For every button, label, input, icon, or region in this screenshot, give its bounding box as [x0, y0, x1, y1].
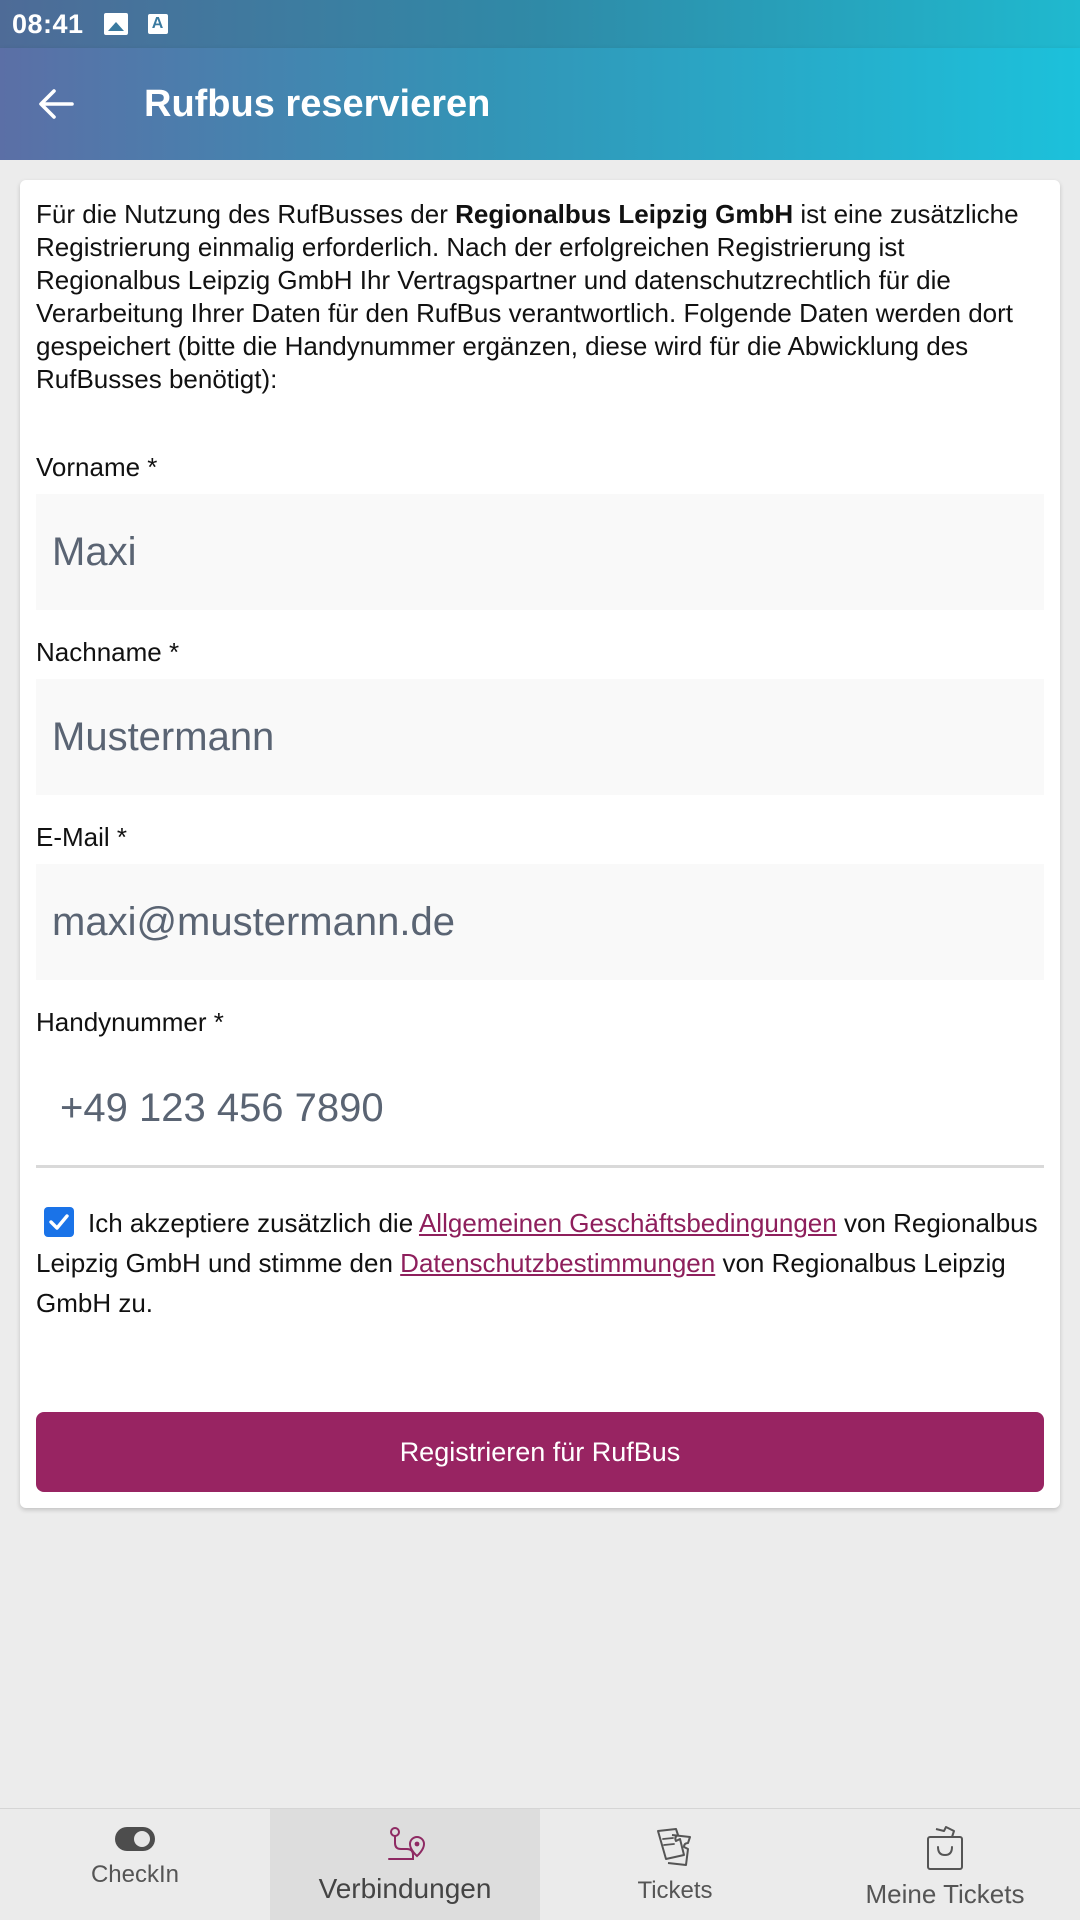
nav-item-checkin[interactable]: CheckIn	[0, 1809, 270, 1920]
nav-label-verbindungen: Verbindungen	[318, 1873, 492, 1904]
consent-text-part: Ich akzeptiere zusätzlich die	[88, 1208, 419, 1238]
first-name-label: Vorname *	[36, 452, 158, 482]
back-button[interactable]	[0, 48, 112, 160]
route-pin-icon	[388, 1827, 426, 1860]
toggle-icon	[115, 1827, 155, 1851]
checkmark-icon	[49, 1214, 69, 1230]
consent-text: Ich akzeptiere zusätzlich die Allgemeine…	[36, 1203, 1046, 1323]
email-value: maxi@mustermann.de	[52, 899, 455, 944]
shopping-bag-icon	[927, 1826, 963, 1870]
last-name-value: Mustermann	[52, 714, 275, 759]
company-name: Regionalbus Leipzig GmbH	[455, 199, 794, 229]
nav-label-tickets: Tickets	[637, 1877, 713, 1904]
phone-value: +49 123 456 7890	[60, 1086, 384, 1130]
nav-label-checkin: CheckIn	[90, 1861, 180, 1888]
arrow-left-icon	[39, 89, 74, 119]
nav-item-meine-tickets[interactable]: Meine Tickets	[810, 1809, 1080, 1920]
nav-item-verbindungen[interactable]: Verbindungen	[270, 1809, 540, 1920]
first-name-field[interactable]: Maxi	[36, 494, 1044, 610]
tickets-icon	[657, 1828, 691, 1866]
phone-label: Handynummer *	[36, 1007, 224, 1037]
phone-field[interactable]: +49 123 456 7890	[36, 1052, 1044, 1168]
image-icon	[103, 13, 128, 35]
privacy-link[interactable]: Datenschutzbestimmungen	[400, 1248, 715, 1278]
screen: 08:41 Rufbus reservieren Für die Nutzung…	[0, 0, 1080, 1920]
status-bar: 08:41	[0, 0, 1080, 48]
consent-checkbox[interactable]	[44, 1207, 74, 1237]
email-field[interactable]: maxi@mustermann.de	[36, 864, 1044, 980]
page-title: Rufbus reservieren	[144, 82, 491, 125]
register-button[interactable]: Registrieren für RufBus	[36, 1412, 1044, 1492]
intro-text: Für die Nutzung des RufBusses der Region…	[36, 198, 1046, 396]
email-label: E-Mail *	[36, 822, 128, 852]
nav-label-meine-tickets: Meine Tickets	[865, 1879, 1025, 1909]
last-name-label: Nachname *	[36, 637, 180, 667]
nav-item-tickets[interactable]: Tickets	[540, 1809, 810, 1920]
status-time: 08:41	[12, 8, 84, 39]
app-bar: Rufbus reservieren	[0, 48, 1080, 160]
bottom-navigation: CheckIn Verbindungen Tickets Meine Ticke…	[0, 1808, 1080, 1920]
first-name-value: Maxi	[52, 529, 137, 574]
font-icon	[147, 14, 168, 34]
intro-text-part: Für die Nutzung des RufBusses der	[36, 199, 456, 229]
last-name-field[interactable]: Mustermann	[36, 679, 1044, 795]
terms-link[interactable]: Allgemeinen Geschäftsbedingungen	[419, 1208, 837, 1238]
